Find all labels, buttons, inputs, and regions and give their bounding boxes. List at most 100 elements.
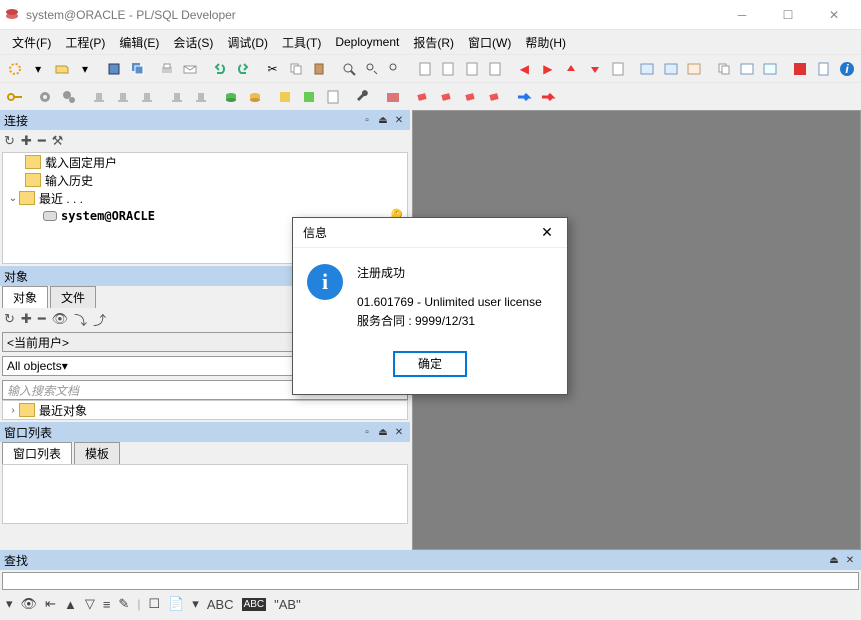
binoculars-icon[interactable]: 👁 [21, 596, 38, 612]
stamp1-icon[interactable] [88, 86, 110, 108]
grid2-icon[interactable] [660, 58, 681, 80]
ab-quoted-icon[interactable]: "AB" [274, 597, 301, 612]
menu-window[interactable]: 窗口(W) [462, 32, 517, 53]
refresh-icon[interactable]: ↻ [4, 311, 15, 327]
find-next-icon[interactable] [361, 58, 382, 80]
text-bg-icon[interactable]: ☐ [148, 596, 160, 612]
print-icon[interactable] [156, 58, 177, 80]
key-icon[interactable] [4, 86, 26, 108]
up-icon[interactable] [561, 58, 582, 80]
stamp4-icon[interactable] [166, 86, 188, 108]
red-arrow-right-icon[interactable] [538, 86, 560, 108]
book-icon[interactable] [382, 86, 404, 108]
tab-windowlist[interactable]: 窗口列表 [2, 442, 72, 464]
panel-close-icon[interactable]: ✕ [392, 425, 406, 439]
menu-report[interactable]: 报告(R) [407, 32, 460, 53]
panel-pin-icon[interactable]: ⏏ [376, 425, 390, 439]
grid3-icon[interactable] [684, 58, 705, 80]
stamp3-icon[interactable] [136, 86, 158, 108]
tab-files[interactable]: 文件 [50, 286, 96, 308]
blue-arrow-right-icon[interactable] [514, 86, 536, 108]
page-icon[interactable]: 📄 [168, 596, 184, 612]
menu-deployment[interactable]: Deployment [329, 33, 405, 51]
tree-item-recent[interactable]: ⌄ 最近 . . . [3, 189, 407, 207]
panel-pin-icon[interactable]: ⏏ [376, 113, 390, 127]
panel-pin-icon[interactable]: ⏏ [827, 553, 841, 567]
ok-button[interactable]: 确定 [394, 352, 466, 376]
sort-icon[interactable]: ⤴ [93, 310, 106, 329]
save-icon[interactable] [104, 58, 125, 80]
expander-icon[interactable]: ⌄ [7, 193, 19, 204]
open-icon[interactable] [51, 58, 72, 80]
arrow-right-icon[interactable]: ▶ [537, 58, 558, 80]
nav-down-icon[interactable]: ▽ [85, 596, 95, 612]
doc1-icon[interactable] [414, 58, 435, 80]
eraser4-icon[interactable] [484, 86, 506, 108]
stamp2-icon[interactable] [112, 86, 134, 108]
nav-back-icon[interactable]: ⇤ [45, 596, 56, 612]
binoculars-icon[interactable]: 👁 [52, 311, 69, 327]
remove-icon[interactable]: ━ [38, 311, 46, 327]
doc3-icon[interactable] [461, 58, 482, 80]
config-icon[interactable]: ⚒ [52, 133, 64, 149]
gears-icon[interactable] [58, 86, 80, 108]
search-dropdown-icon[interactable]: ▾ [6, 596, 13, 612]
eraser2-icon[interactable] [436, 86, 458, 108]
tab-template[interactable]: 模板 [74, 442, 120, 464]
redo-icon[interactable] [232, 58, 253, 80]
nav-up-icon[interactable]: ▲ [64, 597, 77, 612]
remove-icon[interactable]: ━ [38, 133, 46, 149]
recent-objects-tree[interactable]: › 最近对象 [2, 400, 408, 420]
dropdown-arrow-icon[interactable]: ▾ [74, 58, 95, 80]
tree-item-input-history[interactable]: 输入历史 [3, 171, 407, 189]
drum-yellow-icon[interactable] [244, 86, 266, 108]
panel-dock-icon[interactable]: ▫ [360, 425, 374, 439]
menu-help[interactable]: 帮助(H) [519, 32, 572, 53]
menu-tools[interactable]: 工具(T) [276, 32, 327, 53]
rows-icon[interactable]: ≡ [103, 597, 111, 612]
copy-icon[interactable] [285, 58, 306, 80]
down-icon[interactable] [584, 58, 605, 80]
filter-icon[interactable]: ⤵ [74, 310, 87, 329]
menu-debug[interactable]: 调试(D) [221, 32, 274, 53]
cut-icon[interactable]: ✂ [262, 58, 283, 80]
paste-icon[interactable] [309, 58, 330, 80]
doc5-icon[interactable] [607, 58, 628, 80]
dropdown-arrow-icon[interactable]: ▾ [27, 58, 48, 80]
dialog-close-button[interactable]: ✕ [537, 223, 557, 243]
abc-icon[interactable]: ABC [207, 597, 234, 612]
window-icon[interactable] [736, 58, 757, 80]
list-icon[interactable] [760, 58, 781, 80]
email-icon[interactable] [180, 58, 201, 80]
panel-close-icon[interactable]: ✕ [843, 553, 857, 567]
page-dropdown-icon[interactable]: ▾ [192, 596, 199, 612]
close-button[interactable]: ✕ [811, 0, 857, 30]
oracle-red-icon[interactable] [789, 58, 810, 80]
drum-green-icon[interactable] [220, 86, 242, 108]
file-blue-icon[interactable] [812, 58, 833, 80]
tool-yellow-icon[interactable] [274, 86, 296, 108]
doc4-icon[interactable] [484, 58, 505, 80]
refresh-icon[interactable]: ↻ [4, 133, 15, 149]
wrench-icon[interactable] [352, 86, 374, 108]
save-all-icon[interactable] [127, 58, 148, 80]
stamp5-icon[interactable] [190, 86, 212, 108]
undo-icon[interactable] [209, 58, 230, 80]
panel-dock-icon[interactable]: ▫ [360, 113, 374, 127]
eraser1-icon[interactable] [412, 86, 434, 108]
replace-icon[interactable] [385, 58, 406, 80]
new-icon[interactable] [4, 58, 25, 80]
add-icon[interactable]: ✚ [21, 133, 32, 149]
tool-doc-icon[interactable] [322, 86, 344, 108]
gear-icon[interactable] [34, 86, 56, 108]
copy-special-icon[interactable] [713, 58, 734, 80]
arrow-left-icon[interactable]: ◀ [514, 58, 535, 80]
doc2-icon[interactable] [438, 58, 459, 80]
tab-objects[interactable]: 对象 [2, 286, 48, 308]
menu-session[interactable]: 会话(S) [167, 32, 219, 53]
grid1-icon[interactable] [637, 58, 658, 80]
abc-highlight-icon[interactable]: ABC [242, 598, 267, 611]
tool-green-icon[interactable] [298, 86, 320, 108]
menu-file[interactable]: 文件(F) [6, 32, 57, 53]
help-icon[interactable]: i [836, 58, 857, 80]
